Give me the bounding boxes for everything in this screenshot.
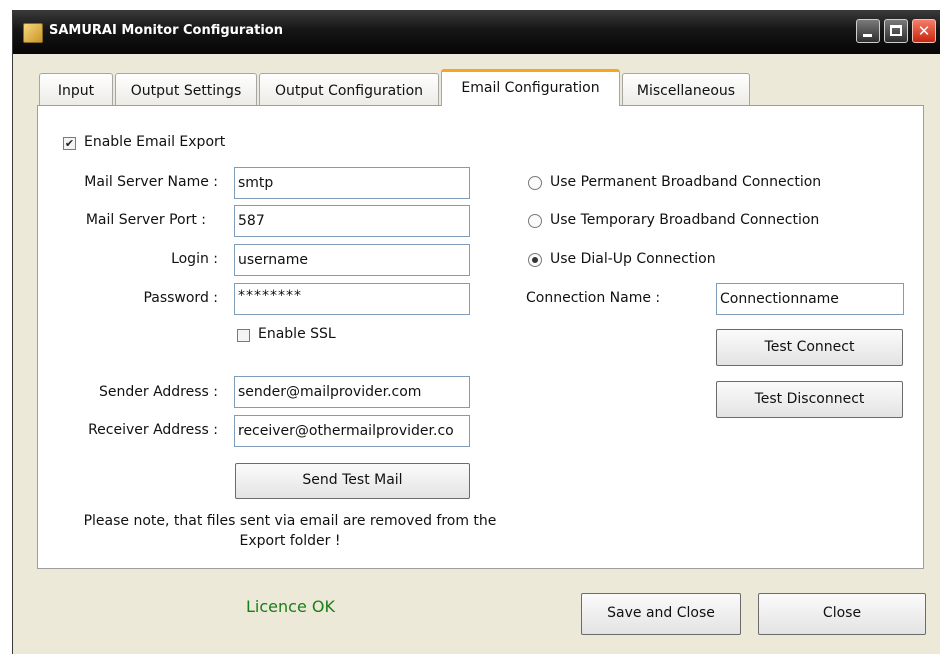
tab-email-configuration[interactable]: Email Configuration — [441, 69, 620, 106]
login-label: Login : — [171, 251, 218, 267]
tab-output-configuration[interactable]: Output Configuration — [259, 73, 439, 105]
dial-up-radio[interactable] — [528, 253, 542, 267]
enable-email-export-checkbox[interactable]: ✔ — [63, 137, 76, 150]
note-line-1: Please note, that files sent via email a… — [83, 513, 497, 529]
maximize-icon — [890, 25, 902, 36]
close-icon: ✕ — [917, 22, 931, 40]
save-and-close-button[interactable]: Save and Close — [581, 593, 741, 635]
title-bar[interactable]: SAMURAI Monitor Configuration ✕ — [13, 10, 940, 54]
mail-server-name-label: Mail Server Name : — [84, 174, 218, 190]
send-test-mail-button[interactable]: Send Test Mail — [235, 463, 470, 499]
maximize-button[interactable] — [884, 19, 908, 43]
mail-server-name-input[interactable]: smtp — [234, 167, 470, 199]
connection-name-label: Connection Name : — [526, 290, 661, 306]
mail-server-port-label: Mail Server Port : — [85, 212, 206, 228]
mail-server-port-input[interactable]: 587 — [234, 205, 470, 237]
receiver-address-label: Receiver Address : — [88, 422, 218, 438]
close-button[interactable]: Close — [758, 593, 926, 635]
app-icon — [23, 23, 43, 43]
enable-email-export-label: Enable Email Export — [84, 134, 226, 150]
password-input[interactable]: ******** — [234, 283, 470, 315]
sender-address-input[interactable]: sender@mailprovider.com — [234, 376, 470, 408]
tab-miscellaneous[interactable]: Miscellaneous — [622, 73, 750, 105]
close-window-button[interactable]: ✕ — [912, 19, 936, 43]
enable-ssl-label: Enable SSL — [258, 326, 336, 342]
window-title: SAMURAI Monitor Configuration — [49, 23, 283, 38]
tab-input[interactable]: Input — [39, 73, 113, 105]
receiver-address-input[interactable]: receiver@othermailprovider.co — [234, 415, 470, 447]
dial-up-label: Use Dial-Up Connection — [550, 251, 716, 267]
sender-address-label: Sender Address : — [99, 384, 218, 400]
connection-name-input[interactable]: Connectionname — [716, 283, 904, 315]
login-input[interactable]: username — [234, 244, 470, 276]
enable-ssl-checkbox[interactable] — [237, 329, 250, 342]
minimize-button[interactable] — [856, 19, 880, 43]
minimize-icon — [863, 34, 872, 37]
temporary-broadband-label: Use Temporary Broadband Connection — [550, 212, 820, 228]
password-label: Password : — [143, 290, 218, 306]
note-line-2: Export folder ! — [239, 533, 341, 549]
test-connect-button[interactable]: Test Connect — [716, 329, 903, 366]
export-removal-note: Please note, that files sent via email a… — [60, 511, 520, 551]
test-disconnect-button[interactable]: Test Disconnect — [716, 381, 903, 418]
licence-status: Licence OK — [246, 597, 335, 616]
permanent-broadband-label: Use Permanent Broadband Connection — [550, 174, 822, 190]
temporary-broadband-radio[interactable] — [528, 214, 542, 228]
tab-output-settings[interactable]: Output Settings — [115, 73, 257, 105]
permanent-broadband-radio[interactable] — [528, 176, 542, 190]
